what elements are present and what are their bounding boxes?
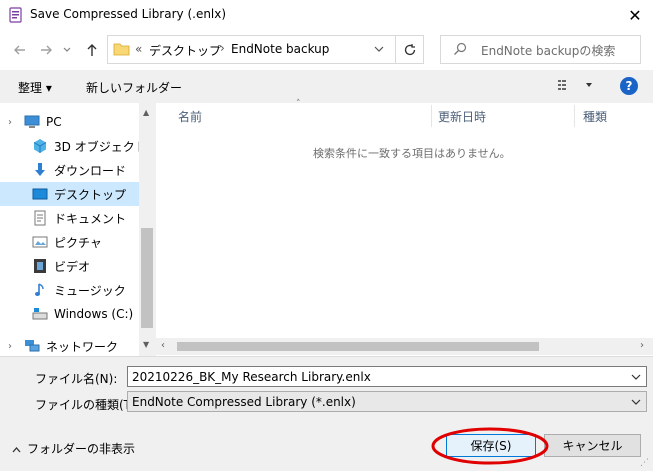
filename-input[interactable]: 20210226_BK_My Research Library.enlx bbox=[127, 366, 647, 387]
empty-folder-message: 検索条件に一致する項目はありません。 bbox=[313, 147, 511, 160]
address-segment-endnote-backup[interactable]: EndNote backup bbox=[231, 42, 329, 56]
scroll-up-icon[interactable]: ▲ bbox=[143, 108, 149, 117]
endnote-app-icon bbox=[9, 7, 22, 23]
column-divider[interactable] bbox=[431, 105, 432, 127]
folder-icon bbox=[113, 41, 130, 59]
address-dropdown-button[interactable] bbox=[374, 43, 384, 57]
3d-objects-icon bbox=[32, 138, 48, 154]
column-divider[interactable] bbox=[574, 105, 575, 127]
resize-grip-icon[interactable]: ⋰ bbox=[640, 458, 649, 468]
nav-item-label: 3D オブジェクト bbox=[54, 139, 147, 154]
back-button[interactable] bbox=[10, 40, 30, 60]
nav-item-pictures[interactable]: ピクチャ bbox=[0, 230, 139, 254]
nav-item-label: PC bbox=[46, 115, 62, 129]
filetype-value: EndNote Compressed Library (*.enlx) bbox=[132, 394, 356, 409]
music-icon bbox=[32, 282, 48, 298]
column-header-name[interactable]: 名前 bbox=[178, 105, 202, 127]
nav-item-label: ビデオ bbox=[54, 259, 91, 274]
address-overflow[interactable]: « bbox=[135, 42, 142, 56]
filetype-select[interactable]: EndNote Compressed Library (*.enlx) bbox=[127, 391, 647, 412]
help-button[interactable]: ? bbox=[620, 77, 638, 95]
expand-arrow-icon[interactable]: › bbox=[8, 117, 12, 128]
chevron-right-icon: › bbox=[220, 41, 225, 55]
pc-icon bbox=[24, 114, 40, 130]
close-button[interactable]: ✕ bbox=[617, 0, 653, 30]
nav-item-label: ネットワーク bbox=[46, 339, 119, 354]
scrollbar-thumb[interactable] bbox=[177, 342, 539, 351]
nav-item-label: デスクトップ bbox=[54, 187, 127, 202]
network-icon bbox=[24, 338, 40, 354]
nav-item-3d-objects[interactable]: 3D オブジェクト bbox=[0, 134, 147, 158]
address-bar[interactable]: « デスクトップ › EndNote backup bbox=[107, 35, 396, 64]
chevron-down-icon bbox=[374, 46, 384, 52]
chevron-down-icon bbox=[585, 83, 592, 87]
chevron-down-icon[interactable] bbox=[628, 392, 644, 411]
nav-item-label: ダウンロード bbox=[54, 163, 127, 178]
chevron-down-icon bbox=[63, 47, 71, 52]
organize-button[interactable]: 整理 ▾ bbox=[18, 79, 52, 96]
pictures-icon bbox=[32, 234, 48, 250]
nav-item-music[interactable]: ミュージック bbox=[0, 278, 139, 302]
arrow-up-icon bbox=[87, 44, 97, 56]
nav-item-label: Windows (C:) bbox=[54, 307, 134, 321]
address-segment-desktop[interactable]: デスクトップ bbox=[149, 42, 221, 59]
nav-item-windows-c[interactable]: Windows (C:) bbox=[0, 302, 139, 326]
refresh-button[interactable] bbox=[396, 35, 424, 64]
column-header-date-modified[interactable]: 更新日時 bbox=[438, 105, 486, 127]
hide-folders-label: フォルダーの非表示 bbox=[27, 442, 136, 456]
nav-item-videos[interactable]: ビデオ bbox=[0, 254, 139, 278]
nav-item-label: ピクチャ bbox=[54, 235, 102, 250]
nav-item-label: ミュージック bbox=[54, 283, 126, 298]
chevron-up-icon bbox=[12, 442, 21, 456]
close-icon: ✕ bbox=[628, 5, 642, 25]
cancel-button[interactable]: キャンセル bbox=[544, 434, 641, 457]
nav-item-pc[interactable]: PC bbox=[0, 110, 139, 134]
search-icon bbox=[453, 42, 467, 59]
new-folder-button[interactable]: 新しいフォルダー bbox=[86, 79, 182, 96]
forward-button[interactable] bbox=[36, 40, 56, 60]
filetype-label: ファイルの種類(T): bbox=[35, 398, 140, 412]
change-view-button[interactable] bbox=[557, 79, 593, 94]
desktop-icon bbox=[32, 186, 48, 202]
annotation-circle bbox=[431, 427, 549, 465]
sort-ascending-icon: ˄ bbox=[296, 99, 301, 109]
chevron-down-icon[interactable] bbox=[628, 367, 644, 386]
view-details-icon bbox=[558, 80, 566, 90]
window-title: Save Compressed Library (.enlx) bbox=[30, 7, 227, 21]
scroll-down-icon[interactable]: ▼ bbox=[143, 340, 149, 349]
scroll-left-icon[interactable]: ‹ bbox=[161, 340, 165, 351]
nav-item-network[interactable]: ネットワーク bbox=[0, 334, 139, 358]
file-list[interactable] bbox=[155, 103, 653, 356]
hide-folders-button[interactable]: フォルダーの非表示 bbox=[12, 440, 135, 457]
drive-icon bbox=[32, 306, 48, 322]
nav-item-label: ドキュメント bbox=[54, 211, 127, 226]
search-placeholder: EndNote backupの検索 bbox=[481, 44, 616, 58]
nav-item-downloads[interactable]: ダウンロード bbox=[0, 158, 139, 182]
refresh-icon bbox=[404, 43, 415, 55]
videos-icon bbox=[32, 258, 48, 274]
arrow-left-icon bbox=[14, 45, 25, 55]
filename-value: 20210226_BK_My Research Library.enlx bbox=[132, 369, 371, 384]
column-header-type[interactable]: 種類 bbox=[583, 105, 607, 127]
search-box[interactable]: EndNote backupの検索 bbox=[440, 35, 641, 64]
nav-item-documents[interactable]: ドキュメント bbox=[0, 206, 139, 230]
expand-arrow-icon[interactable]: › bbox=[8, 341, 12, 352]
scroll-right-icon[interactable]: › bbox=[640, 340, 644, 351]
recent-locations-button[interactable] bbox=[60, 40, 74, 60]
download-icon bbox=[32, 162, 48, 178]
up-button[interactable] bbox=[82, 40, 102, 60]
arrow-right-icon bbox=[41, 45, 52, 55]
nav-item-desktop[interactable]: デスクトップ bbox=[0, 182, 139, 206]
documents-icon bbox=[32, 210, 48, 226]
filename-label: ファイル名(N): bbox=[35, 372, 118, 386]
scrollbar-thumb[interactable] bbox=[141, 228, 153, 328]
